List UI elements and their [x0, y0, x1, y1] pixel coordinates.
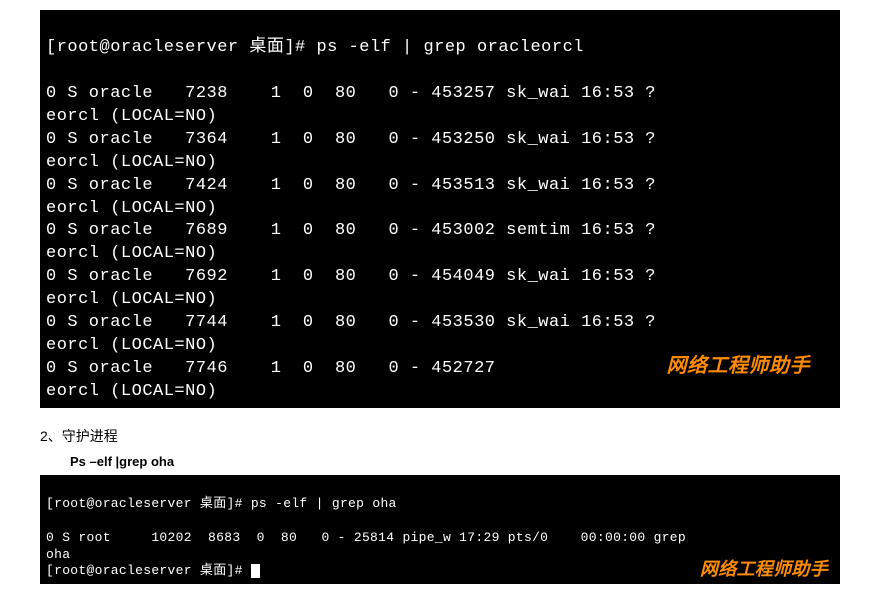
prompt-line: [root@oracleserver 桌面]# — [46, 563, 251, 578]
watermark-text: 网络工程师助手 — [700, 558, 828, 581]
watermark-text: 网络工程师助手 — [667, 353, 811, 380]
command-label: Ps –elf |grep oha — [70, 454, 840, 469]
section-heading: 2、守护进程 — [40, 426, 840, 446]
prompt-line: [root@oracleserver 桌面]# ps -elf | grep o… — [46, 496, 397, 511]
cursor-icon — [251, 564, 260, 578]
terminal-output-2: [root@oracleserver 桌面]# ps -elf | grep o… — [40, 475, 840, 584]
prompt-line: [root@oracleserver 桌面]# ps -elf | grep o… — [46, 38, 584, 57]
terminal-output-1: [root@oracleserver 桌面]# ps -elf | grep o… — [40, 10, 840, 408]
